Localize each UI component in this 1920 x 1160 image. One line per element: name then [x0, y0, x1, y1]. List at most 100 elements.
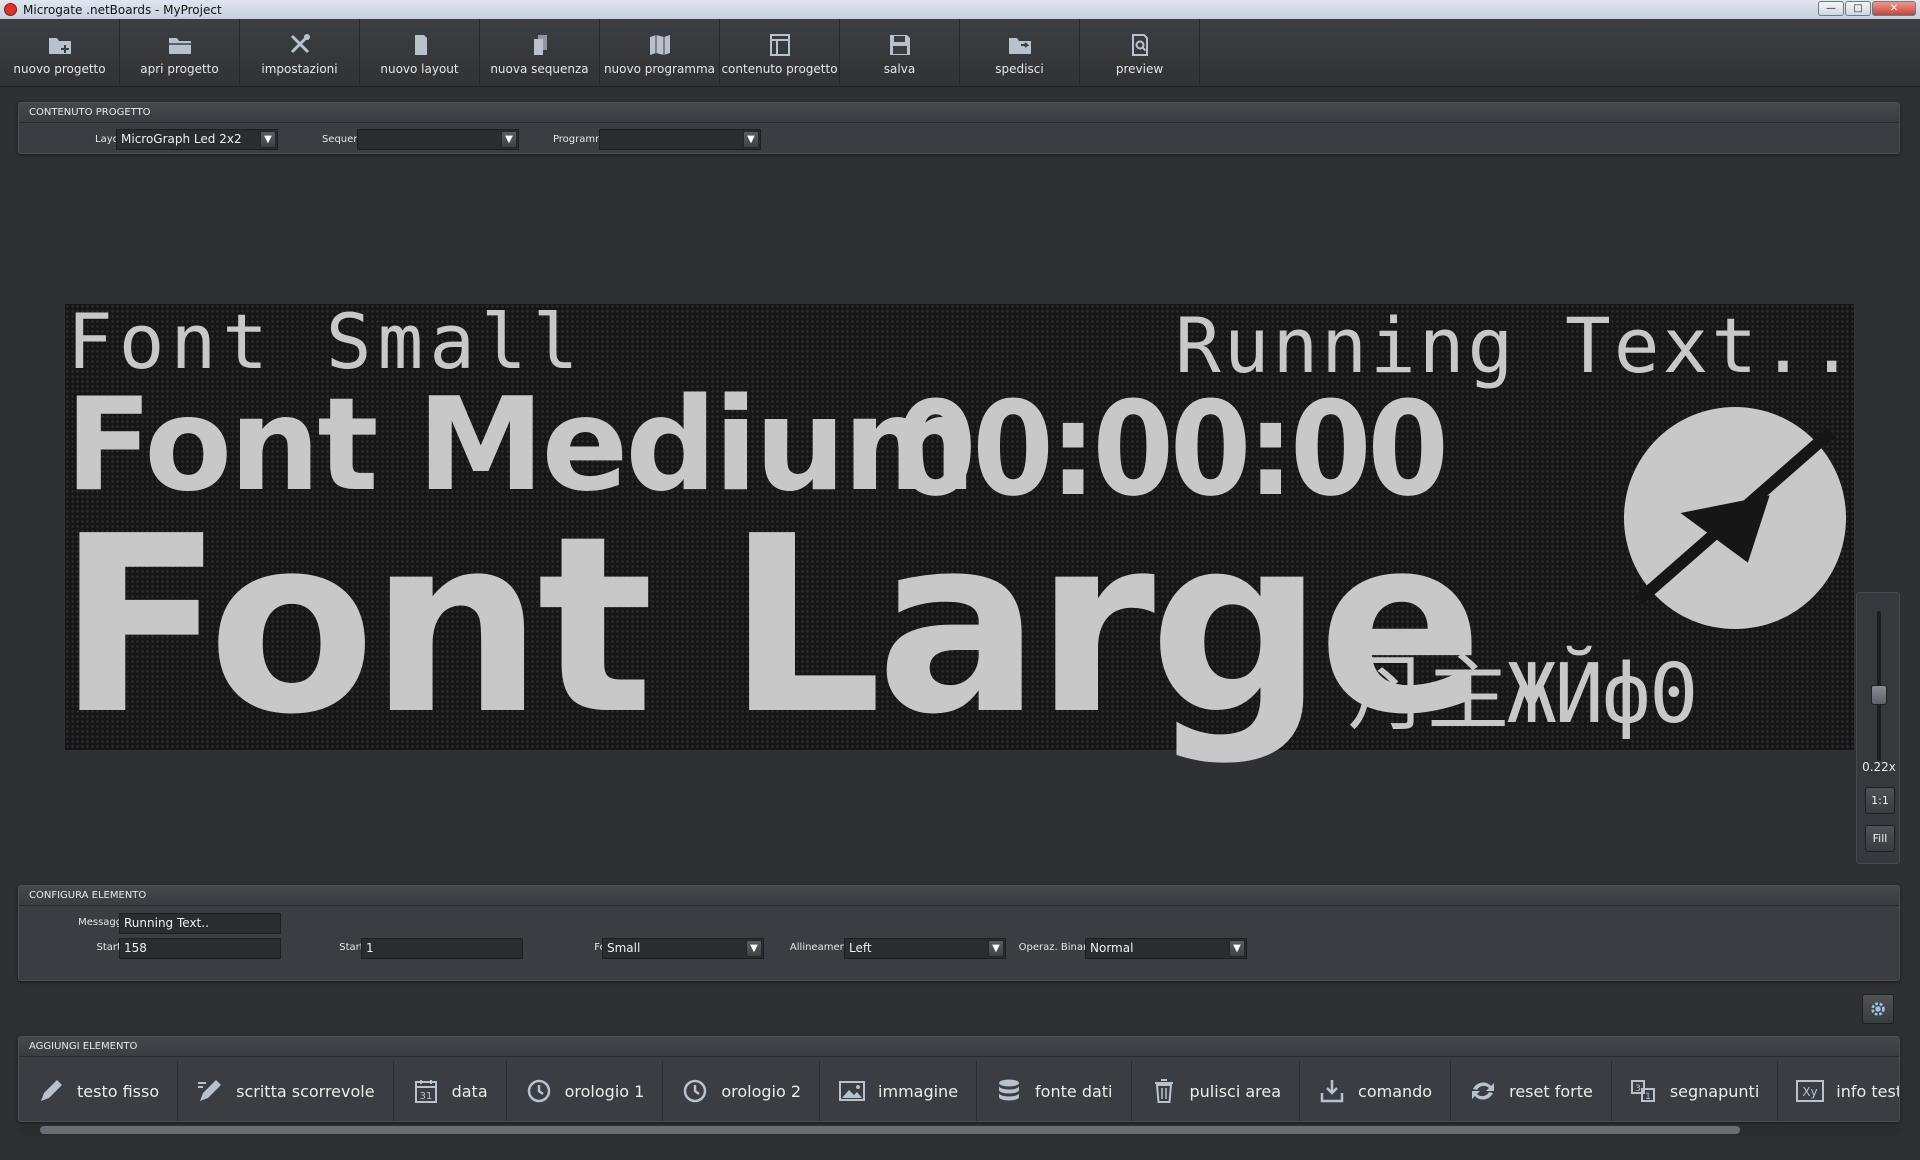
app-logo-icon	[4, 3, 17, 16]
element-label: testo fisso	[77, 1081, 160, 1101]
zoom-panel: 0.22x 1:1 Fill	[1856, 592, 1900, 864]
preview-icon	[1131, 34, 1148, 56]
clock-icon	[684, 1079, 707, 1103]
zoom-fill-button[interactable]: Fill	[1865, 825, 1895, 852]
zoom-slider-thumb[interactable]	[1871, 685, 1887, 705]
led-board-preview[interactable]: Font Small Running Text.. Font Medium 00…	[57, 304, 1855, 750]
alignment-select-value: Left	[849, 941, 872, 955]
toolbar-button-nuovo-layout[interactable]: nuovo layout	[360, 19, 480, 85]
panel-title: CONFIGURA ELEMENTO	[19, 886, 1899, 906]
font-select[interactable]: Small ▼	[602, 938, 764, 959]
alignment-label: Allineamento	[789, 942, 856, 953]
add-clock-2-button[interactable]: orologio 2	[663, 1061, 821, 1121]
program-select[interactable]: ▼	[599, 129, 761, 150]
minimize-icon[interactable]: —	[1818, 1, 1844, 16]
led-glyphs[interactable]: 丹主ЖЙф0	[1347, 654, 1698, 736]
binary-op-select[interactable]: Normal ▼	[1085, 938, 1247, 959]
horizontal-scrollbar[interactable]	[20, 1124, 1900, 1136]
add-clock-1-button[interactable]: orologio 1	[507, 1061, 664, 1121]
svg-text:31: 31	[419, 1091, 432, 1102]
add-clear-area-button[interactable]: pulisci area	[1132, 1061, 1301, 1121]
pencil-icon	[41, 1080, 62, 1101]
close-icon[interactable]: ✕	[1872, 1, 1916, 16]
add-text-info-button[interactable]: Xy info testua	[1778, 1061, 1899, 1121]
chevron-down-icon[interactable]: ▼	[1229, 940, 1245, 957]
layout-icon	[769, 34, 790, 56]
panel-title: AGGIUNGI ELEMENTO	[19, 1037, 1899, 1057]
toolbar-button-contenuto-progetto[interactable]: contenuto progetto	[720, 19, 840, 85]
image-icon	[839, 1081, 866, 1101]
panel-title: CONTENUTO PROGETTO	[19, 103, 1899, 123]
maximize-icon[interactable]: □	[1845, 1, 1871, 16]
svg-text:3: 3	[1635, 1084, 1641, 1094]
download-icon	[1320, 1080, 1344, 1103]
toolbar-button-nuova-sequenza[interactable]: nuova sequenza	[480, 19, 600, 85]
title-bar: Microgate .netBoards - MyProject — □ ✕	[0, 0, 1920, 19]
main-toolbar: nuovo progetto apri progetto impostazion…	[0, 19, 1920, 87]
text-info-icon: Xy	[1796, 1080, 1825, 1102]
toolbar-button-nuovo-programma[interactable]: nuovo programma	[600, 19, 720, 85]
add-element-panel: AGGIUNGI ELEMENTO testo fisso scritta sc…	[18, 1036, 1900, 1122]
folder-open-icon	[168, 38, 191, 54]
microgate-logo-icon[interactable]	[1621, 404, 1849, 632]
element-label: orologio 2	[721, 1081, 802, 1101]
toolbar-button-salva[interactable]: salva	[840, 19, 960, 85]
led-font-small[interactable]: Font Small	[67, 304, 585, 380]
chevron-down-icon[interactable]: ▼	[260, 131, 276, 148]
sequence-select[interactable]: ▼	[357, 129, 519, 150]
element-label: segnapunti	[1669, 1081, 1760, 1101]
zoom-level: 0.22x	[1862, 760, 1896, 774]
add-scrolling-text-button[interactable]: scritta scorrevole	[178, 1061, 394, 1121]
font-select-value: Small	[607, 941, 641, 955]
layout-select-value: MicroGraph Led 2x2	[121, 132, 242, 146]
start-y-value: 1	[366, 941, 374, 955]
start-x-label: Start X	[96, 942, 131, 953]
element-label: data	[451, 1081, 488, 1101]
project-content-panel: CONTENUTO PROGETTO Layout MicroGraph Led…	[18, 102, 1900, 154]
database-icon	[999, 1079, 1020, 1101]
toolbar-label: preview	[1115, 62, 1164, 76]
element-label: reset forte	[1509, 1081, 1593, 1101]
chevron-down-icon[interactable]: ▼	[501, 131, 517, 148]
save-icon	[889, 35, 910, 55]
message-input[interactable]: Running Text..	[119, 913, 281, 934]
svg-text:1: 1	[1645, 1092, 1651, 1102]
page-icon	[414, 35, 427, 55]
add-image-button[interactable]: immagine	[820, 1061, 978, 1121]
program-label: Programma	[552, 134, 611, 145]
add-command-button[interactable]: comando	[1300, 1061, 1452, 1121]
toolbar-label: salva	[883, 62, 916, 76]
zoom-one-to-one-button[interactable]: 1:1	[1865, 787, 1895, 814]
map-icon	[649, 35, 670, 55]
layout-select[interactable]: MicroGraph Led 2x2 ▼	[116, 129, 278, 150]
settings-button[interactable]	[1862, 994, 1894, 1024]
start-y-label: Start Y	[339, 942, 373, 953]
toolbar-label: nuovo layout	[380, 62, 459, 76]
start-y-input[interactable]: 1	[361, 938, 523, 959]
chevron-down-icon[interactable]: ▼	[743, 131, 759, 148]
toolbar-button-impostazioni[interactable]: impostazioni	[240, 19, 360, 85]
gear-icon	[1871, 1002, 1885, 1016]
clock-icon	[527, 1079, 550, 1103]
start-x-input[interactable]: 158	[119, 938, 281, 959]
toolbar-label: nuova sequenza	[490, 62, 589, 76]
toolbar-button-spedisci[interactable]: spedisci	[960, 19, 1080, 85]
toolbar-button-apri-progetto[interactable]: apri progetto	[120, 19, 240, 85]
svg-text:Xy: Xy	[1803, 1085, 1818, 1099]
add-date-button[interactable]: 31 data	[394, 1061, 507, 1121]
scoreboard-icon: 31	[1630, 1080, 1655, 1102]
scrollbar-thumb[interactable]	[40, 1126, 1740, 1134]
message-value: Running Text..	[124, 916, 209, 930]
window-title: Microgate .netBoards - MyProject	[23, 2, 222, 17]
calendar-icon: 31	[414, 1080, 437, 1103]
toolbar-label: spedisci	[995, 62, 1044, 76]
element-label: immagine	[878, 1081, 959, 1101]
add-fixed-text-button[interactable]: testo fisso	[19, 1061, 179, 1121]
add-data-source-button[interactable]: fonte dati	[977, 1061, 1132, 1121]
folder-plus-icon	[48, 38, 71, 54]
led-font-large[interactable]: Font Large	[57, 504, 1483, 748]
add-hard-reset-button[interactable]: reset forte	[1451, 1061, 1612, 1121]
toolbar-button-nuovo-progetto[interactable]: nuovo progetto	[0, 19, 120, 85]
toolbar-button-preview[interactable]: preview	[1080, 19, 1200, 85]
add-scoreboard-button[interactable]: 31 segnapunti	[1612, 1061, 1779, 1121]
